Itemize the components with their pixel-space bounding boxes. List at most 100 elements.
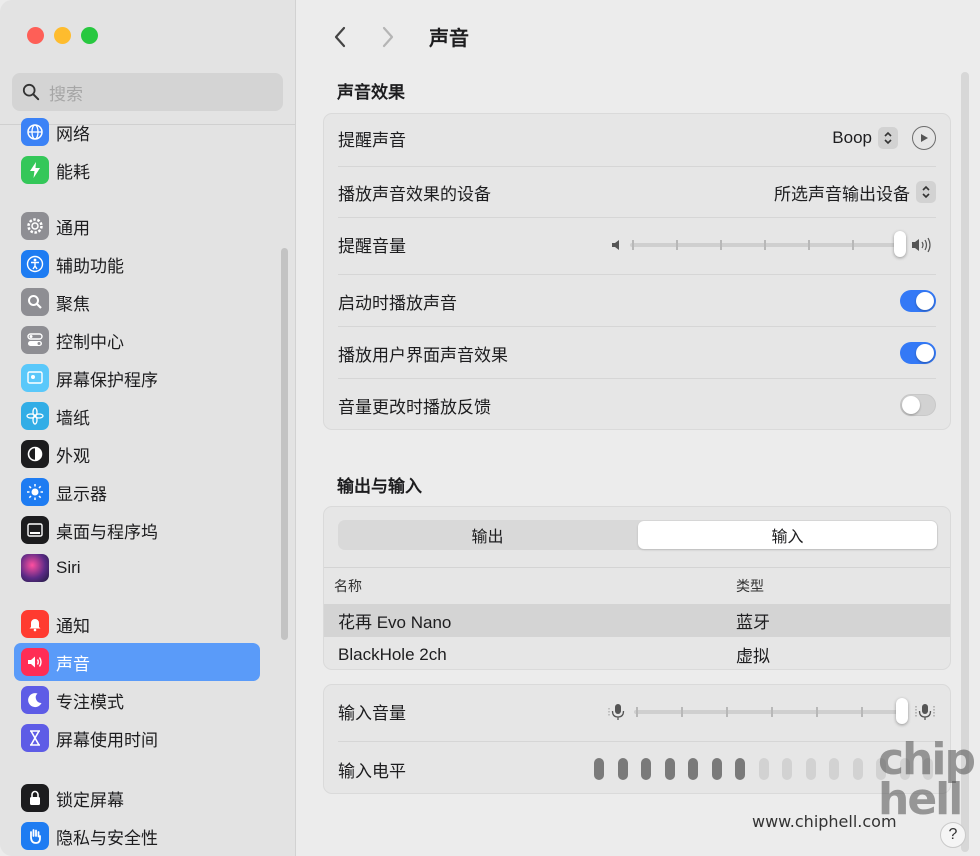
startup-sound-controls [900, 290, 936, 312]
slider-tick [852, 240, 854, 250]
volume-feedback-toggle[interactable] [900, 394, 936, 416]
appearance-icon [21, 440, 49, 468]
sidebar-item-network[interactable]: 网络 [14, 113, 260, 151]
sidebar-item-desktop-dock[interactable]: 桌面与程序坞 [14, 511, 260, 549]
sidebar-item-label: 聚焦 [56, 294, 90, 314]
device-type: 虚拟 [736, 647, 770, 666]
input-level-label: 输入电平 [338, 761, 406, 781]
level-segment [829, 758, 839, 780]
sidebar-item-control-center[interactable]: 控制中心 [14, 321, 260, 359]
sidebar-item-spotlight[interactable]: 聚焦 [14, 283, 260, 321]
table-row[interactable]: 花再 Evo Nano 蓝牙 [324, 604, 950, 637]
tab-input[interactable]: 输入 [638, 521, 937, 549]
output-device-value: 所选声音输出设备 [774, 184, 910, 204]
help-button[interactable]: ? [940, 822, 966, 848]
sidebar-item-screensaver[interactable]: 屏幕保护程序 [14, 359, 260, 397]
column-header-name[interactable]: 名称 [334, 576, 362, 596]
startup-sound-label: 启动时播放声音 [338, 293, 457, 313]
slider-track [630, 243, 902, 247]
globe-icon [21, 118, 49, 146]
search-placeholder: 搜索 [49, 84, 83, 104]
column-header-type[interactable]: 类型 [736, 576, 764, 596]
search-field[interactable]: 搜索 [12, 73, 283, 111]
slider-tick [636, 707, 638, 717]
speaker-icon [21, 648, 49, 676]
row-separator [338, 378, 936, 379]
slider-tick [632, 240, 634, 250]
sidebar-item-label: Siri [56, 558, 81, 577]
forward-button[interactable] [375, 24, 401, 50]
row-separator [338, 217, 936, 218]
alert-volume-slider[interactable] [608, 228, 940, 262]
slider-tick [720, 240, 722, 250]
level-segment [782, 758, 792, 780]
moon-icon [21, 686, 49, 714]
table-row[interactable]: BlackHole 2ch 虚拟 [324, 638, 950, 669]
zoom-button[interactable] [81, 27, 98, 44]
output-device-controls: 所选声音输出设备 [774, 180, 936, 205]
settings-window: 搜索 网络 能耗 通用 辅助功能 聚焦 控制中心 屏幕保护程序 墙纸 外观 显示… [0, 0, 980, 856]
startup-sound-row: 启动时播放声音 [338, 289, 936, 313]
sidebar-item-siri[interactable]: Siri [14, 549, 260, 587]
slider-thumb[interactable] [896, 698, 908, 724]
volume-feedback-label: 音量更改时播放反馈 [338, 397, 491, 417]
device-table-header: 名称 类型 [324, 567, 950, 603]
alert-sound-popup[interactable]: Boop [832, 127, 898, 149]
microphone-low-icon [608, 704, 625, 720]
sidebar-item-label: 通知 [56, 616, 90, 636]
play-sound-button[interactable] [912, 126, 936, 150]
sidebar-item-focus[interactable]: 专注模式 [14, 681, 260, 719]
sidebar-item-sound[interactable]: 声音 [14, 643, 260, 681]
hourglass-icon [21, 724, 49, 752]
tab-output[interactable]: 输出 [338, 520, 637, 550]
input-volume-slider[interactable] [608, 695, 940, 729]
bell-icon [21, 610, 49, 638]
minimize-button[interactable] [54, 27, 71, 44]
ui-effects-toggle[interactable] [900, 342, 936, 364]
play-icon [921, 134, 928, 142]
sidebar-item-energy[interactable]: 能耗 [14, 151, 260, 189]
chevron-updown-icon [878, 127, 898, 149]
speaker-high-icon [912, 237, 931, 253]
level-segment [735, 758, 745, 780]
slider-tick [816, 707, 818, 717]
page-title: 声音 [429, 28, 469, 50]
sidebar-item-lock-screen[interactable]: 锁定屏幕 [14, 779, 260, 817]
device-type: 蓝牙 [736, 613, 770, 632]
chevron-updown-icon [916, 181, 936, 203]
sidebar-item-notifications[interactable]: 通知 [14, 605, 260, 643]
slider-track [634, 710, 904, 714]
battery-bolt-icon [21, 156, 49, 184]
back-button[interactable] [327, 24, 353, 50]
sidebar-item-label: 声音 [56, 654, 90, 674]
level-segment [664, 758, 675, 780]
sidebar-item-appearance[interactable]: 外观 [14, 435, 260, 473]
microphone-high-icon [915, 704, 935, 720]
chevron-right-icon [382, 26, 394, 47]
section-heading-io: 输出与输入 [337, 477, 422, 496]
sidebar-item-general[interactable]: 通用 [14, 207, 260, 245]
sidebar-item-accessibility[interactable]: 辅助功能 [14, 245, 260, 283]
output-device-popup[interactable]: 所选声音输出设备 [774, 180, 936, 205]
slider-thumb[interactable] [894, 231, 906, 257]
sidebar-item-displays[interactable]: 显示器 [14, 473, 260, 511]
close-button[interactable] [27, 27, 44, 44]
watermark-text: www.chiphell.com [752, 812, 897, 831]
sidebar: 搜索 网络 能耗 通用 辅助功能 聚焦 控制中心 屏幕保护程序 墙纸 外观 显示… [0, 0, 296, 856]
slider-tick [681, 707, 683, 717]
slider-tick [764, 240, 766, 250]
input-volume-label: 输入音量 [338, 703, 406, 723]
speaker-low-icon [612, 240, 619, 250]
output-device-row: 播放声音效果的设备 所选声音输出设备 [338, 180, 936, 204]
sidebar-item-label: 墙纸 [56, 408, 90, 428]
sidebar-item-label: 能耗 [56, 162, 90, 182]
device-name: BlackHole 2ch [338, 644, 447, 664]
sidebar-item-wallpaper[interactable]: 墙纸 [14, 397, 260, 435]
startup-sound-toggle[interactable] [900, 290, 936, 312]
sidebar-item-screen-time[interactable]: 屏幕使用时间 [14, 719, 260, 757]
sidebar-item-privacy-security[interactable]: 隐私与安全性 [14, 817, 260, 855]
level-segment [758, 758, 769, 780]
level-segment [617, 758, 628, 780]
dock-icon [21, 516, 49, 544]
sidebar-scrollbar[interactable] [281, 248, 288, 640]
